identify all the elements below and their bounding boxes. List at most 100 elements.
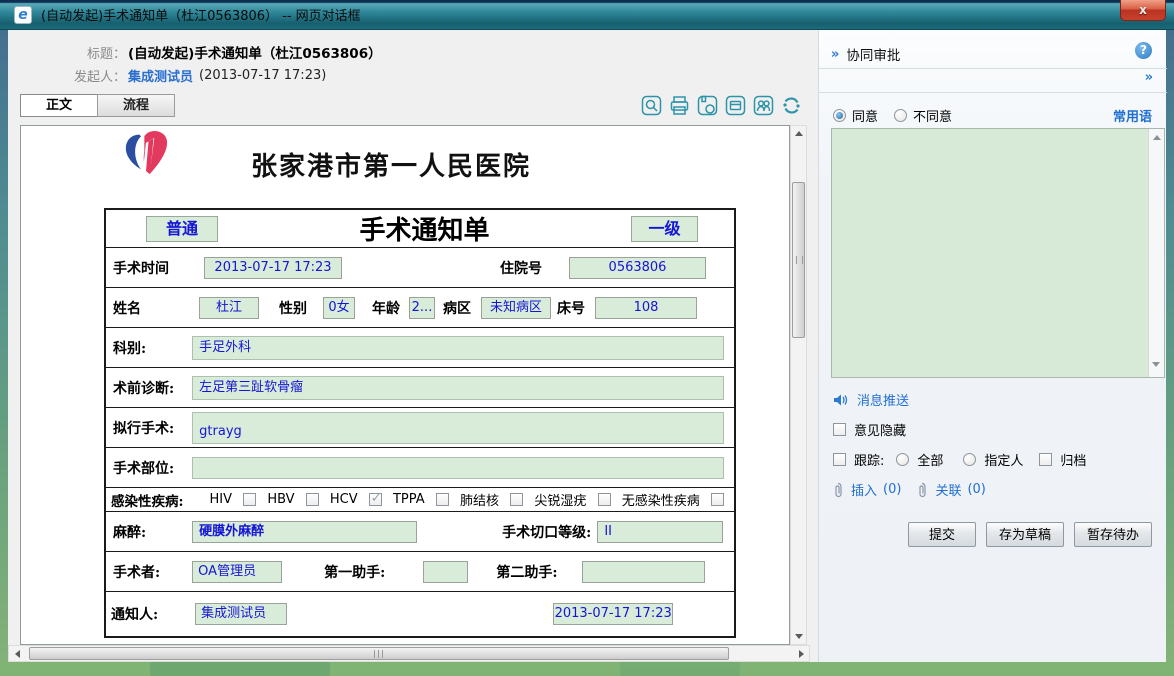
scroll-down-arrow[interactable] <box>791 628 806 644</box>
hbv-checkbox[interactable] <box>306 493 319 506</box>
gender-value[interactable]: 0女 <box>323 297 355 319</box>
scroll-up-arrow[interactable] <box>791 126 806 142</box>
horizontal-scroll-thumb[interactable] <box>29 647 729 660</box>
agree-radio[interactable] <box>833 109 846 122</box>
document-vertical-scrollbar[interactable] <box>790 125 807 645</box>
vertical-scroll-thumb[interactable] <box>792 182 805 338</box>
name-value[interactable]: 杜江 <box>199 297 259 319</box>
hold-pending-button[interactable]: 暂存待办 <box>1074 522 1152 547</box>
incision-value[interactable]: II <box>597 521 723 543</box>
no-infection-checkbox[interactable] <box>711 493 724 506</box>
diagnosis-value[interactable]: 左足第三趾软骨瘤 <box>192 376 724 400</box>
chevron-right-icon: » <box>831 47 838 62</box>
form-row-notifier: 通知人: 集成测试员 2013-07-17 17:23 <box>106 592 734 636</box>
ward-value[interactable]: 未知病区 <box>481 297 551 319</box>
comment-scrollbar[interactable] <box>1148 129 1164 377</box>
help-icon[interactable]: ? <box>1135 42 1152 59</box>
scroll-down-arrow[interactable] <box>1152 362 1160 367</box>
scroll-right-arrow[interactable] <box>793 646 809 661</box>
archive-checkbox[interactable] <box>1039 453 1052 466</box>
assistant2-value[interactable] <box>582 561 705 583</box>
document-viewport[interactable]: 张家港市第一人民医院 普通 手术通知单 一级 手术时间 2013-07-17 1… <box>20 125 790 645</box>
track-checkbox[interactable] <box>833 453 846 466</box>
form-title: 手术通知单 <box>218 210 631 247</box>
department-value[interactable]: 手足外科 <box>192 336 724 360</box>
disagree-label: 不同意 <box>913 106 952 125</box>
doc-sender-label: 发起人： <box>8 66 126 85</box>
form-page: 张家港市第一人民医院 普通 手术通知单 一级 手术时间 2013-07-17 1… <box>21 126 789 644</box>
hide-opinion-checkbox[interactable] <box>833 423 846 436</box>
site-label: 手术部位: <box>113 458 174 478</box>
sender-link[interactable]: 集成测试员 <box>128 66 193 85</box>
admission-no-value[interactable]: 0563806 <box>569 257 706 279</box>
preview-icon[interactable] <box>641 95 662 116</box>
surgery-time-label: 手术时间 <box>113 258 169 278</box>
tuberculosis-checkbox[interactable] <box>510 493 523 506</box>
ie-browser-icon: e <box>14 6 32 24</box>
approval-header: » 协同审批 <box>831 44 900 64</box>
insert-link[interactable]: 插入 <box>851 480 877 499</box>
age-value[interactable]: 2... <box>409 297 435 319</box>
notifier-value[interactable]: 集成测试员 <box>195 603 287 625</box>
infection-items: HIV HBV HCV TPPA 肺结核 尖锐湿疣 <box>209 490 724 509</box>
scroll-left-arrow[interactable] <box>9 646 25 661</box>
message-push-link[interactable]: 消息推送 <box>857 390 909 409</box>
desktop-background <box>620 662 740 676</box>
form-row-anesthesia: 麻醉: 硬膜外麻醉 手术切口等级: II <box>106 512 734 552</box>
anesthesia-label: 麻醉: <box>113 522 146 542</box>
form-row-site: 手术部位: <box>106 448 734 488</box>
expand-chevron-icon[interactable]: » <box>1145 70 1152 85</box>
bed-label: 床号 <box>557 298 585 318</box>
notify-time-value[interactable]: 2013-07-17 17:23 <box>553 603 673 625</box>
surgeon-label: 手术者: <box>113 562 160 582</box>
incision-label: 手术切口等级: <box>502 522 591 542</box>
form-row-procedure: 拟行手术: gtrayg <box>106 408 734 448</box>
comment-textarea[interactable] <box>832 129 1148 377</box>
surgery-time-value[interactable]: 2013-07-17 17:23 <box>204 257 342 279</box>
doc-title-row: 标题： (自动发起)手术通知单（杜江0563806） <box>8 42 382 62</box>
track-assignee-radio[interactable] <box>963 453 976 466</box>
save-draft-button[interactable]: 存为草稿 <box>986 522 1064 547</box>
toolbar-icons <box>641 95 806 116</box>
disagree-radio[interactable] <box>894 109 907 122</box>
level-badge: 一级 <box>631 216 698 242</box>
close-button[interactable]: x <box>1120 0 1166 21</box>
bed-value[interactable]: 108 <box>595 297 697 319</box>
agree-label: 同意 <box>852 106 878 125</box>
scroll-up-arrow[interactable] <box>1153 135 1161 140</box>
track-all-radio[interactable] <box>896 453 909 466</box>
infection-item-label: HIV <box>209 492 232 507</box>
site-value[interactable] <box>192 457 724 479</box>
infection-item-label: TPPA <box>393 492 425 507</box>
document-icon[interactable] <box>725 95 746 116</box>
submit-button[interactable]: 提交 <box>908 522 976 547</box>
assistant1-value[interactable] <box>423 561 468 583</box>
relate-link[interactable]: 关联 <box>935 480 961 499</box>
tab-workflow[interactable]: 流程 <box>97 94 175 117</box>
print-icon[interactable] <box>669 95 690 116</box>
track-row: 跟踪: 全部 指定人 归档 <box>833 450 1086 469</box>
paperclip-icon <box>917 482 927 498</box>
window-titlebar[interactable]: e (自动发起)手术通知单（杜江0563806） -- 网页对话框 x <box>0 0 1174 30</box>
refresh-icon[interactable] <box>781 95 802 116</box>
tppa-checkbox[interactable] <box>436 493 449 506</box>
assistant1-label: 第一助手: <box>324 562 385 582</box>
surgeon-value[interactable]: OA管理员 <box>192 561 282 583</box>
hcv-checkbox[interactable] <box>369 493 382 506</box>
tab-body[interactable]: 正文 <box>20 94 98 117</box>
insert-count: (0) <box>883 482 901 497</box>
sender-time: (2013-07-17 17:23) <box>199 68 326 83</box>
procedure-value[interactable]: gtrayg <box>192 412 724 444</box>
users-icon[interactable] <box>753 95 774 116</box>
name-label: 姓名 <box>113 298 141 318</box>
condyloma-checkbox[interactable] <box>598 493 611 506</box>
anesthesia-value[interactable]: 硬膜外麻醉 <box>192 521 417 543</box>
doc-sender-row: 发起人： 集成测试员 (2013-07-17 17:23) <box>8 66 326 85</box>
common-phrases-link[interactable]: 常用语 <box>1113 106 1152 125</box>
save-icon[interactable] <box>697 95 718 116</box>
relate-count: (0) <box>967 482 985 497</box>
decision-radio-group: 同意 不同意 <box>833 106 952 125</box>
department-label: 科别: <box>113 338 146 358</box>
hiv-checkbox[interactable] <box>243 493 256 506</box>
document-horizontal-scrollbar[interactable] <box>8 645 810 662</box>
